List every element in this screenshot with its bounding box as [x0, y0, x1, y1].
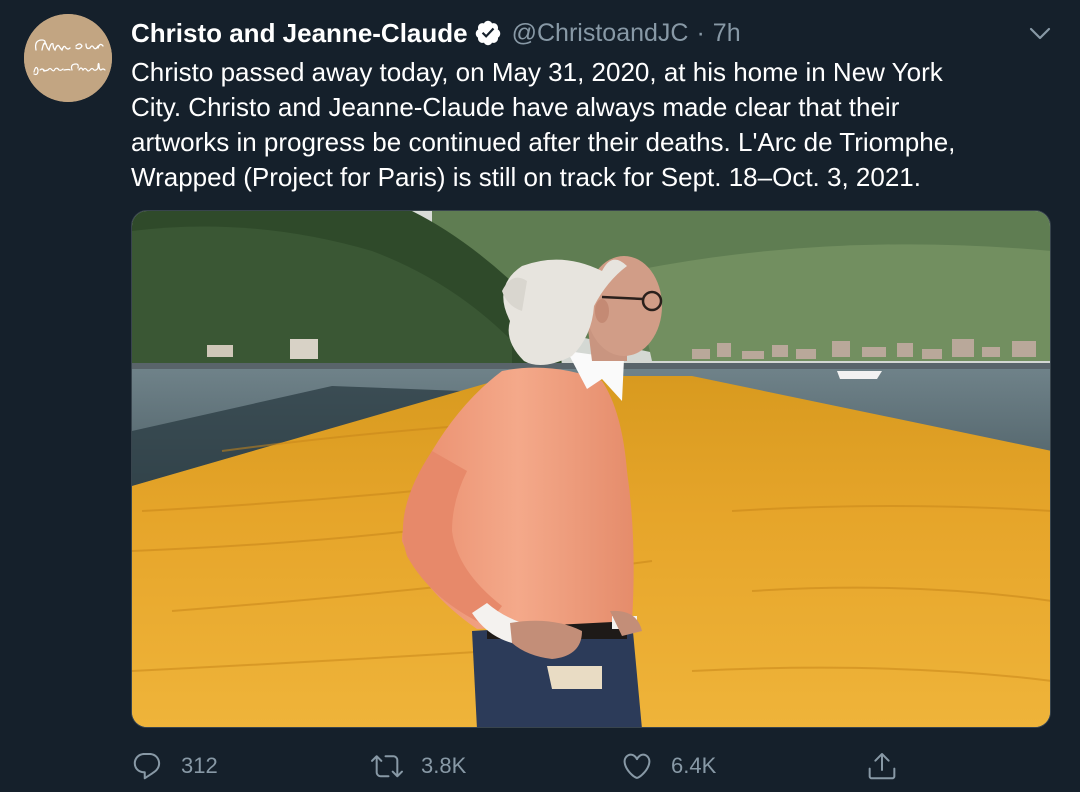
retweet-count: 3.8K [421, 753, 467, 778]
display-name[interactable]: Christo and Jeanne-Claude [131, 18, 468, 49]
tweet[interactable]: Christo and Jeanne-Claude @ChristoandJC … [0, 0, 1080, 792]
tweet-text: Christo passed away today, on May 31, 20… [131, 55, 1051, 195]
like-button[interactable]: 6.4K [621, 744, 716, 788]
tweet-text-line: City. Christo and Jeanne-Claude have alw… [131, 92, 900, 122]
separator-dot: · [696, 18, 705, 47]
reply-count: 312 [181, 753, 218, 778]
like-count: 6.4K [671, 753, 717, 778]
reply-button[interactable]: 312 [131, 744, 218, 788]
share-button[interactable] [866, 744, 898, 788]
tweet-header: Christo and Jeanne-Claude @ChristoandJC … [131, 14, 741, 52]
avatar-signature-logo [24, 14, 112, 102]
retweet-arrows-icon [371, 755, 403, 778]
chevron-down-icon [1029, 27, 1051, 40]
heart-outline-icon [623, 753, 651, 779]
author-handle[interactable]: @ChristoandJC [512, 19, 689, 48]
speech-bubble-icon [133, 752, 161, 780]
tweet-menu-button[interactable] [1020, 16, 1060, 52]
retweet-button[interactable]: 3.8K [371, 744, 466, 788]
tweet-actions: 312 3.8K 6.4K [131, 744, 1051, 788]
tweet-text-line: artworks in progress be continued after … [131, 127, 956, 157]
share-upload-icon [868, 753, 896, 780]
avatar[interactable] [24, 14, 112, 102]
tweet-photo[interactable] [131, 210, 1051, 728]
tweet-text-line: Wrapped (Project for Paris) is still on … [131, 162, 921, 192]
timestamp[interactable]: 7h [713, 19, 741, 48]
tweet-text-line: Christo passed away today, on May 31, 20… [131, 57, 943, 87]
verified-badge-icon [474, 19, 502, 47]
